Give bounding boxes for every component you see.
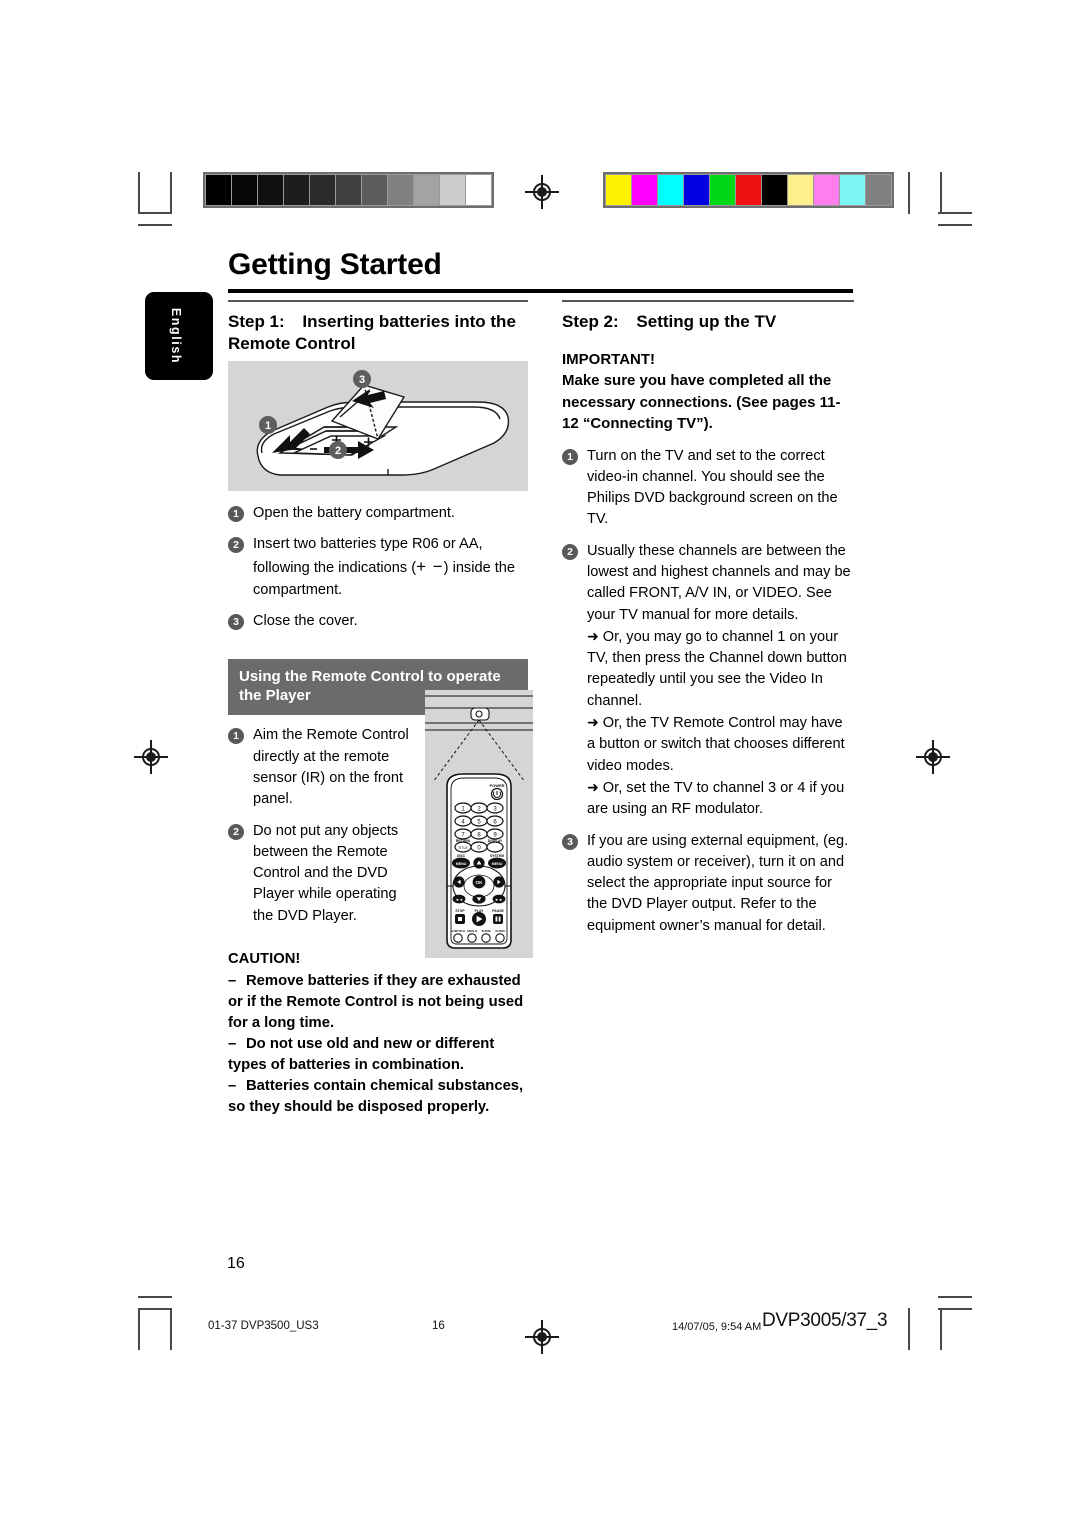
step2-title: Setting up the TV (636, 312, 777, 331)
sub-bullet: ➜ Or, set the TV to channel 3 or 4 if yo… (587, 777, 854, 821)
svg-text:PAUSE: PAUSE (492, 909, 504, 913)
list-item: 2 Usually these channels are between the… (562, 541, 854, 821)
right-column: Step 2: Setting up the TV IMPORTANT! Mak… (562, 300, 854, 947)
svg-text:2: 2 (335, 445, 341, 457)
list-text: Turn on the TV and set to the correct vi… (587, 447, 838, 528)
footer-model-code: DVP3005/37_3 (762, 1310, 888, 1331)
step2-heading: Step 2: Setting up the TV (562, 311, 854, 333)
svg-text:3: 3 (359, 374, 365, 386)
list-number: 2 (228, 536, 244, 553)
battery-insertion-illustration: 1 2 3 (228, 360, 528, 491)
caution-item: – Batteries contain chemical substances, … (228, 1076, 528, 1118)
arrow-icon: ➜ (587, 627, 599, 644)
battery-steps-list: 1 Open the battery compartment. 2 Insert… (228, 503, 528, 633)
list-item: 2 Do not put any objects between the Rem… (228, 821, 416, 927)
svg-text:POWER: POWER (489, 783, 504, 788)
arrow-icon: ➜ (587, 714, 599, 731)
language-tab: English (145, 292, 213, 380)
list-item: 1 Aim the Remote Control directly at the… (228, 725, 416, 810)
list-text: Open the battery compartment. (253, 504, 455, 521)
list-number: 1 (562, 448, 578, 465)
footer-timestamp: 14/07/05, 9:54 AM (672, 1321, 762, 1333)
step1-label: Step 1: (228, 312, 285, 331)
list-item: 2 Insert two batteries type R06 or AA, f… (228, 534, 528, 601)
important-block: IMPORTANT! Make sure you have completed … (562, 349, 854, 435)
page-title: Getting Started (228, 248, 442, 281)
important-heading: IMPORTANT! (562, 350, 656, 368)
list-number: 3 (562, 833, 578, 850)
svg-text:ZOOM: ZOOM (482, 929, 491, 933)
footer-page-number: 16 (432, 1320, 445, 1332)
tv-setup-list: 1 Turn on the TV and set to the correct … (562, 446, 854, 938)
arrow-icon: ➜ (587, 778, 599, 795)
sub-bullet-text: Or, set the TV to channel 3 or 4 if you … (587, 779, 845, 818)
caution-item-text: Do not use old and new or different type… (228, 1036, 495, 1074)
sub-bullet-text: Or, you may go to channel 1 on your TV, … (587, 628, 847, 709)
manual-page: Getting Started English Step 1: Insertin… (0, 0, 1080, 1528)
caution-block: CAUTION! – Remove batteries if they are e… (228, 949, 528, 1118)
remote-usage-list: 1 Aim the Remote Control directly at the… (228, 725, 416, 927)
list-number: 2 (562, 543, 578, 560)
list-text: Usually these channels are between the l… (587, 542, 851, 623)
svg-text:STOP: STOP (455, 909, 465, 913)
title-underline (228, 289, 853, 293)
sub-bullet: ➜ Or, you may go to channel 1 on your TV… (587, 626, 854, 712)
battery-illustration-svg: 1 2 3 (256, 369, 510, 476)
left-column-rule (228, 300, 528, 302)
list-text: If you are using external equipment, (eg… (587, 832, 849, 934)
list-item: 1 Turn on the TV and set to the correct … (562, 446, 854, 531)
svg-text:OK: OK (476, 880, 484, 885)
list-item: 3 Close the cover. (228, 611, 528, 632)
list-item: 3 If you are using external equipment, (… (562, 831, 854, 937)
sub-bullet-text: Or, the TV Remote Control may have a but… (587, 715, 845, 774)
list-number: 3 (228, 614, 244, 631)
svg-text:►►: ►► (495, 897, 503, 902)
caution-dash: – (228, 1078, 237, 1095)
polarity-symbols: + − (416, 557, 444, 577)
remote-control-svg: POWER 1 2 3 4 5 6 7 8 9 RETURN TITLE 0 D… (425, 695, 533, 949)
caution-item-text: Remove batteries if they are exhausted o… (228, 973, 524, 1032)
caution-item: – Do not use old and new or different typ… (228, 1034, 528, 1076)
list-number: 1 (228, 728, 244, 745)
svg-text:1: 1 (265, 420, 271, 432)
svg-text:AUDIO: AUDIO (495, 929, 505, 933)
list-text: Aim the Remote Control directly at the r… (253, 727, 409, 808)
svg-text:DISC: DISC (457, 854, 466, 858)
svg-text:TITLE: TITLE (458, 846, 468, 850)
caution-dash: – (228, 1036, 237, 1053)
svg-text:MENU: MENU (492, 862, 503, 866)
svg-text:MENU: MENU (456, 862, 467, 866)
list-text: Do not put any objects between the Remot… (253, 822, 399, 924)
caution-item-text: Batteries contain chemical substances, s… (228, 1078, 524, 1116)
svg-text:◄◄: ◄◄ (455, 897, 463, 902)
list-number: 1 (228, 505, 244, 522)
language-tab-label: English (168, 307, 183, 365)
step2-label: Step 2: (562, 312, 619, 331)
right-column-rule (562, 300, 854, 302)
page-number: 16 (227, 1255, 245, 1272)
list-number: 2 (228, 823, 244, 840)
caution-dash: – (228, 973, 237, 990)
step1-heading: Step 1: Inserting batteries into the Rem… (228, 311, 528, 355)
svg-text:SUBTITLE: SUBTITLE (451, 929, 466, 933)
svg-text:SYSTEM: SYSTEM (490, 854, 504, 858)
footer-file-name: 01-37 DVP3500_US3 (208, 1320, 319, 1332)
remote-control-illustration: POWER 1 2 3 4 5 6 7 8 9 RETURN TITLE 0 D… (425, 690, 533, 958)
caution-item: – Remove batteries if they are exhausted … (228, 971, 528, 1034)
sub-bullet: ➜ Or, the TV Remote Control may have a b… (587, 712, 854, 777)
list-item: 1 Open the battery compartment. (228, 503, 528, 524)
list-text: Close the cover. (253, 613, 358, 630)
important-body: Make sure you have completed all the nec… (562, 372, 841, 433)
svg-text:ANGLE: ANGLE (467, 929, 478, 933)
